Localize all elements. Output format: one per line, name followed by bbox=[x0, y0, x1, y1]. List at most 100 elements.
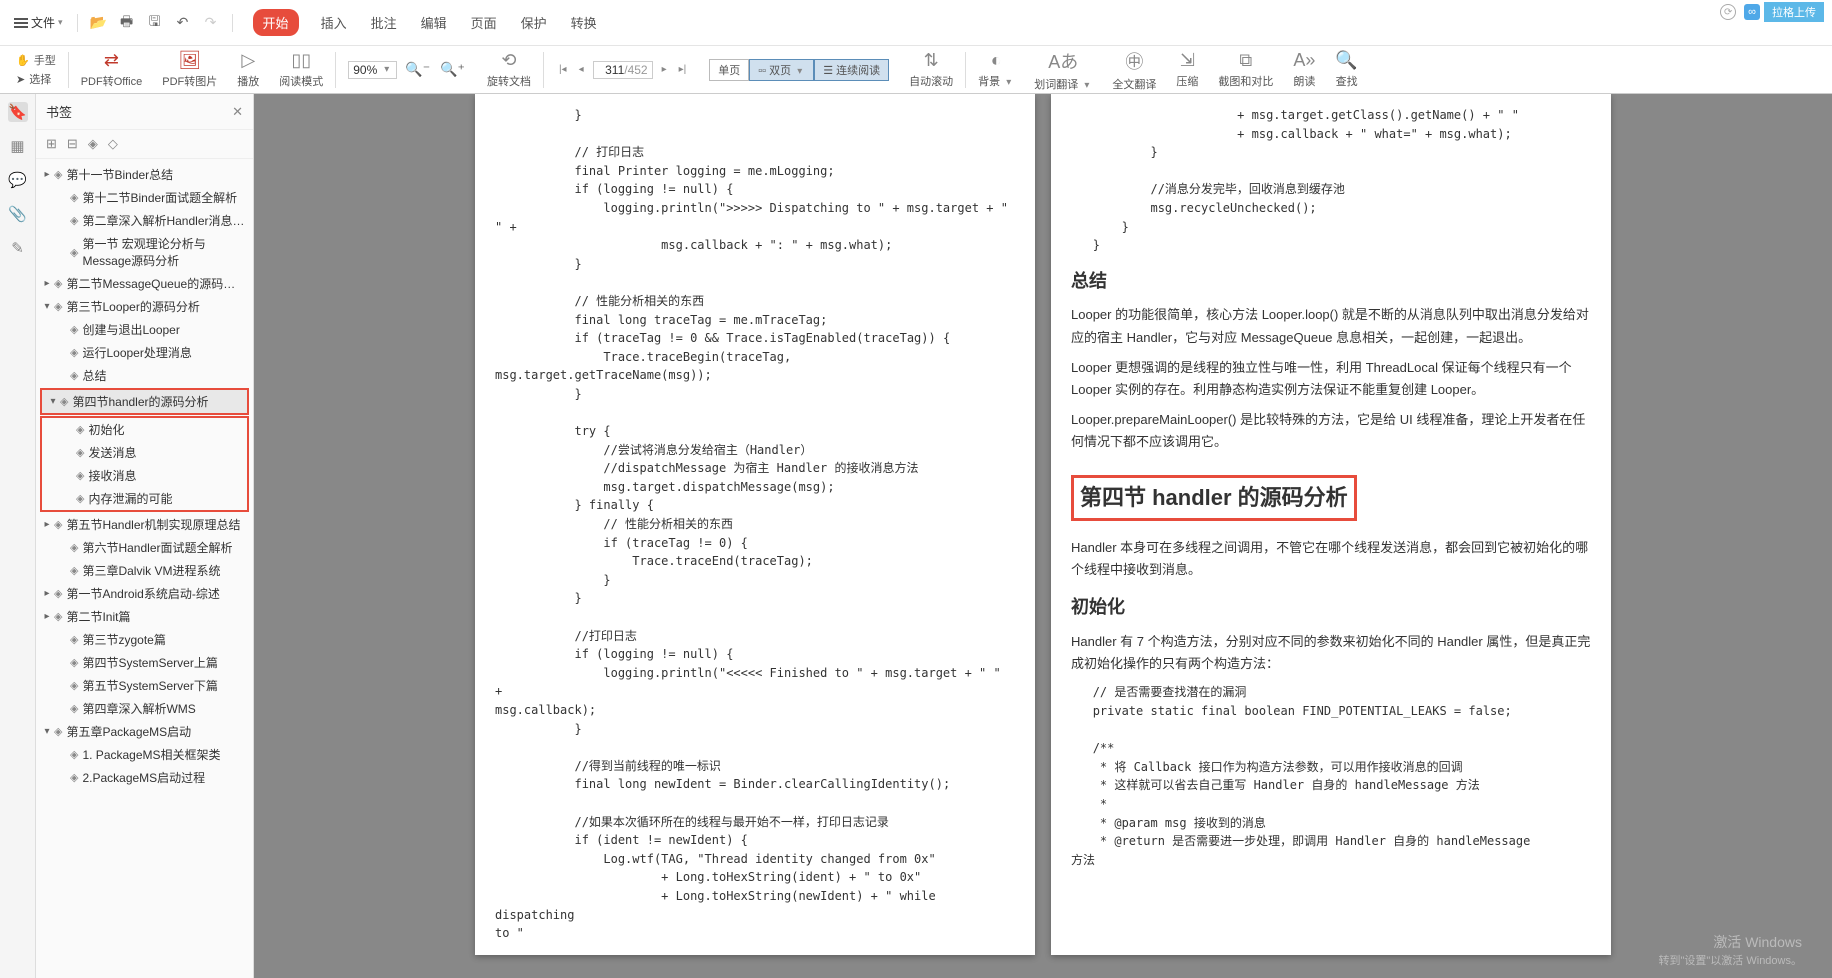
zoom-in-icon[interactable]: 🔍⁺ bbox=[440, 61, 465, 78]
bookmark-node[interactable]: ◈2.PackageMS启动过程 bbox=[36, 766, 253, 789]
paragraph: Looper 的功能很简单，核心方法 Looper.loop() 就是不断的从消… bbox=[1071, 304, 1591, 348]
tab-page[interactable]: 页面 bbox=[469, 9, 499, 36]
bookmark-node[interactable]: ◈1. PackageMS相关框架类 bbox=[36, 743, 253, 766]
page-number-input[interactable]: 311/452 bbox=[593, 61, 653, 79]
read-mode[interactable]: ▯▯阅读模式 bbox=[271, 50, 331, 89]
bookmark-node[interactable]: ▸◈第二节Init篇 bbox=[36, 605, 253, 628]
bookmark-node[interactable]: ◈发送消息 bbox=[42, 441, 247, 464]
windows-activation-watermark: 激活 Windows 转到"设置"以激活 Windows。 bbox=[1659, 932, 1803, 968]
bookmark-icon: ◈ bbox=[54, 300, 62, 313]
tree-twisty-icon[interactable]: ▸ bbox=[42, 588, 52, 599]
tab-start[interactable]: 开始 bbox=[253, 9, 299, 36]
undo-icon[interactable]: ↶ bbox=[175, 15, 191, 31]
bookmark-node[interactable]: ▸◈第一节Android系统启动-综述 bbox=[36, 582, 253, 605]
delete-bookmark-icon[interactable]: ⊟ bbox=[67, 136, 78, 152]
bookmark-node[interactable]: ◈第二章深入解析Handler消息机制 bbox=[36, 209, 253, 232]
bookmark-node[interactable]: ▾◈第四节handler的源码分析 bbox=[42, 390, 247, 413]
bookmark-panel-icon[interactable]: 🔖 bbox=[8, 102, 28, 122]
continuous-btn[interactable]: ☰ 连续阅读 bbox=[814, 59, 889, 81]
tab-edit[interactable]: 编辑 bbox=[419, 9, 449, 36]
signature-panel-icon[interactable]: ✎ bbox=[8, 238, 28, 258]
autoscroll[interactable]: ⇅自动滚动 bbox=[901, 50, 961, 89]
tree-twisty-icon[interactable]: ▸ bbox=[42, 519, 52, 530]
print-icon[interactable]: 🖶 bbox=[119, 15, 135, 31]
tree-twisty-icon[interactable]: ▾ bbox=[42, 726, 52, 737]
bookmark-node[interactable]: ◈第三节zygote篇 bbox=[36, 628, 253, 651]
bookmark-icon[interactable]: ◈ bbox=[88, 136, 98, 152]
bookmark-node[interactable]: ▸◈第二节MessageQueue的源码分析 bbox=[36, 272, 253, 295]
pdf-to-office[interactable]: ⇄PDF转Office bbox=[73, 50, 151, 89]
cloud-upload-label[interactable]: 拉格上传 bbox=[1764, 2, 1824, 22]
bookmark-node[interactable]: ◈第十二节Binder面试题全解析 bbox=[36, 186, 253, 209]
bookmark-node[interactable]: ▸◈第十一节Binder总结 bbox=[36, 163, 253, 186]
tab-convert[interactable]: 转换 bbox=[569, 9, 599, 36]
thumbnail-panel-icon[interactable]: ▦ bbox=[8, 136, 28, 156]
section-heading-highlighted: 第四节 handler 的源码分析 bbox=[1071, 475, 1357, 521]
zoom-out-icon[interactable]: 🔍⁻ bbox=[405, 61, 430, 78]
zoom-input[interactable]: 90% ▾ bbox=[348, 61, 397, 79]
bookmark-label: 2.PackageMS启动过程 bbox=[82, 769, 247, 786]
bookmark-node[interactable]: ◈第五节SystemServer下篇 bbox=[36, 674, 253, 697]
sync-icon[interactable]: ⟳ bbox=[1720, 4, 1736, 20]
bookmark-label: 初始化 bbox=[88, 421, 241, 438]
rotate-icon: ⟲ bbox=[501, 50, 516, 71]
tab-comment[interactable]: 批注 bbox=[369, 9, 399, 36]
next-page-icon[interactable]: ▸ bbox=[659, 64, 670, 75]
tree-twisty-icon[interactable]: ▸ bbox=[42, 169, 52, 180]
attachment-panel-icon[interactable]: 📎 bbox=[8, 204, 28, 224]
full-translate[interactable]: ㊥全文翻译 bbox=[1104, 48, 1164, 92]
word-translate[interactable]: Aあ划词翻译 ▾ bbox=[1026, 48, 1100, 92]
bookmark-node[interactable]: ▸◈第五节Handler机制实现原理总结 bbox=[36, 513, 253, 536]
bookmark-node[interactable]: ◈运行Looper处理消息 bbox=[36, 341, 253, 364]
tree-twisty-icon[interactable]: ▾ bbox=[42, 301, 52, 312]
file-menu[interactable]: 文件 ▾ bbox=[8, 10, 69, 35]
compress[interactable]: ⇲压缩 bbox=[1168, 50, 1206, 89]
pdf-to-image[interactable]: 🖼PDF转图片 bbox=[154, 50, 225, 89]
separator bbox=[543, 52, 544, 88]
bookmark-sidebar: 书签 ✕ ⊞ ⊟ ◈ ◇ ▸◈第十一节Binder总结◈第十二节Binder面试… bbox=[36, 94, 254, 978]
separator bbox=[77, 14, 78, 32]
select-tool[interactable]: ➤选择 bbox=[16, 71, 51, 87]
bookmark-node[interactable]: ◈创建与退出Looper bbox=[36, 318, 253, 341]
chevron-down-icon[interactable]: ▾ bbox=[381, 64, 392, 75]
tab-insert[interactable]: 插入 bbox=[319, 9, 349, 36]
comment-panel-icon[interactable]: 💬 bbox=[8, 170, 28, 190]
prev-page-icon[interactable]: ◂ bbox=[576, 64, 587, 75]
bookmark-node[interactable]: ◈初始化 bbox=[42, 418, 247, 441]
cloud-icon[interactable]: ∞ bbox=[1744, 4, 1760, 20]
bookmark-node[interactable]: ◈第四章深入解析WMS bbox=[36, 697, 253, 720]
redo-icon[interactable]: ↷ bbox=[203, 15, 219, 31]
save-icon[interactable]: 🖫 bbox=[147, 15, 163, 31]
close-icon[interactable]: ✕ bbox=[232, 104, 243, 120]
screenshot-compare[interactable]: ⧉截图和对比 bbox=[1210, 50, 1281, 89]
last-page-icon[interactable]: ▸| bbox=[676, 64, 690, 75]
tab-protect[interactable]: 保护 bbox=[519, 9, 549, 36]
file-menu-label: 文件 bbox=[31, 14, 55, 31]
add-bookmark-icon[interactable]: ⊞ bbox=[46, 136, 57, 152]
bookmark-node[interactable]: ◈内存泄漏的可能 bbox=[42, 487, 247, 510]
cursor-icon: ➤ bbox=[16, 73, 25, 86]
document-viewer[interactable]: } // 打印日志 final Printer logging = me.mLo… bbox=[254, 94, 1832, 978]
bookmark-node[interactable]: ▾◈第三节Looper的源码分析 bbox=[36, 295, 253, 318]
bookmark-node[interactable]: ◈总结 bbox=[36, 364, 253, 387]
bookmark-node[interactable]: ◈第一节 宏观理论分析与Message源码分析 bbox=[36, 232, 253, 272]
bookmark-node[interactable]: ◈第六节Handler面试题全解析 bbox=[36, 536, 253, 559]
single-page-btn[interactable]: 单页 bbox=[709, 59, 749, 81]
rotate[interactable]: ⟲旋转文档 bbox=[479, 50, 539, 89]
bookmark-outline-icon[interactable]: ◇ bbox=[108, 136, 118, 152]
bookmark-node[interactable]: ◈第四节SystemServer上篇 bbox=[36, 651, 253, 674]
find[interactable]: 🔍查找 bbox=[1327, 50, 1365, 89]
double-page-btn[interactable]: ▫▫ 双页 ▾ bbox=[749, 59, 814, 81]
hand-tool[interactable]: ✋手型 bbox=[16, 52, 56, 68]
tree-twisty-icon[interactable]: ▸ bbox=[42, 611, 52, 622]
play[interactable]: ▷播放 bbox=[229, 50, 267, 89]
tree-twisty-icon[interactable]: ▸ bbox=[42, 278, 52, 289]
bookmark-node[interactable]: ◈第三章Dalvik VM进程系统 bbox=[36, 559, 253, 582]
read-aloud[interactable]: A»朗读 bbox=[1285, 50, 1323, 89]
background[interactable]: ◐背景 ▾ bbox=[970, 50, 1022, 89]
bookmark-node[interactable]: ▾◈第五章PackageMS启动 bbox=[36, 720, 253, 743]
bookmark-node[interactable]: ◈接收消息 bbox=[42, 464, 247, 487]
open-icon[interactable]: 📂 bbox=[91, 15, 107, 31]
first-page-icon[interactable]: |◂ bbox=[556, 64, 570, 75]
tree-twisty-icon[interactable]: ▾ bbox=[48, 396, 58, 407]
